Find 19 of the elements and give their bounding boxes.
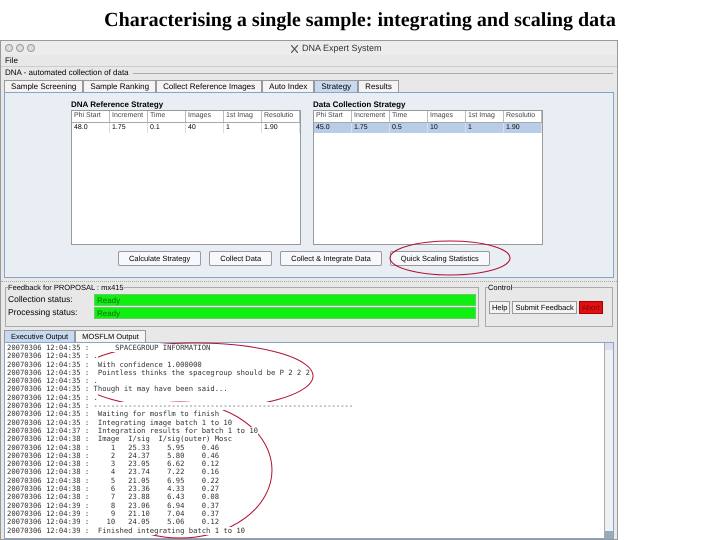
group-title: DNA - automated collection of data xyxy=(5,67,129,79)
tab[interactable]: Strategy xyxy=(314,80,358,92)
slide-title: Characterising a single sample: integrating and scaling data xyxy=(103,8,617,33)
x11-icon xyxy=(291,44,298,53)
scrollbar[interactable] xyxy=(604,343,613,538)
tab[interactable]: Collect Reference Images xyxy=(156,80,262,92)
tab[interactable]: Results xyxy=(358,80,399,92)
scroll-thumb[interactable] xyxy=(605,531,613,538)
table-title: Data Collection Strategy xyxy=(313,99,406,110)
table-title: DNA Reference Strategy xyxy=(71,99,164,110)
status-label: Collection status: xyxy=(8,293,74,306)
tab[interactable]: Sample Screening xyxy=(4,80,84,92)
tab[interactable]: Sample Ranking xyxy=(83,80,156,92)
window-title: DNA Expert System xyxy=(302,42,382,55)
status-field: Ready xyxy=(94,306,476,318)
status-field: Ready xyxy=(94,294,476,306)
tab[interactable]: Auto Index xyxy=(262,80,314,92)
menu-item[interactable]: File xyxy=(5,54,18,66)
status-label: Processing status: xyxy=(8,306,78,319)
